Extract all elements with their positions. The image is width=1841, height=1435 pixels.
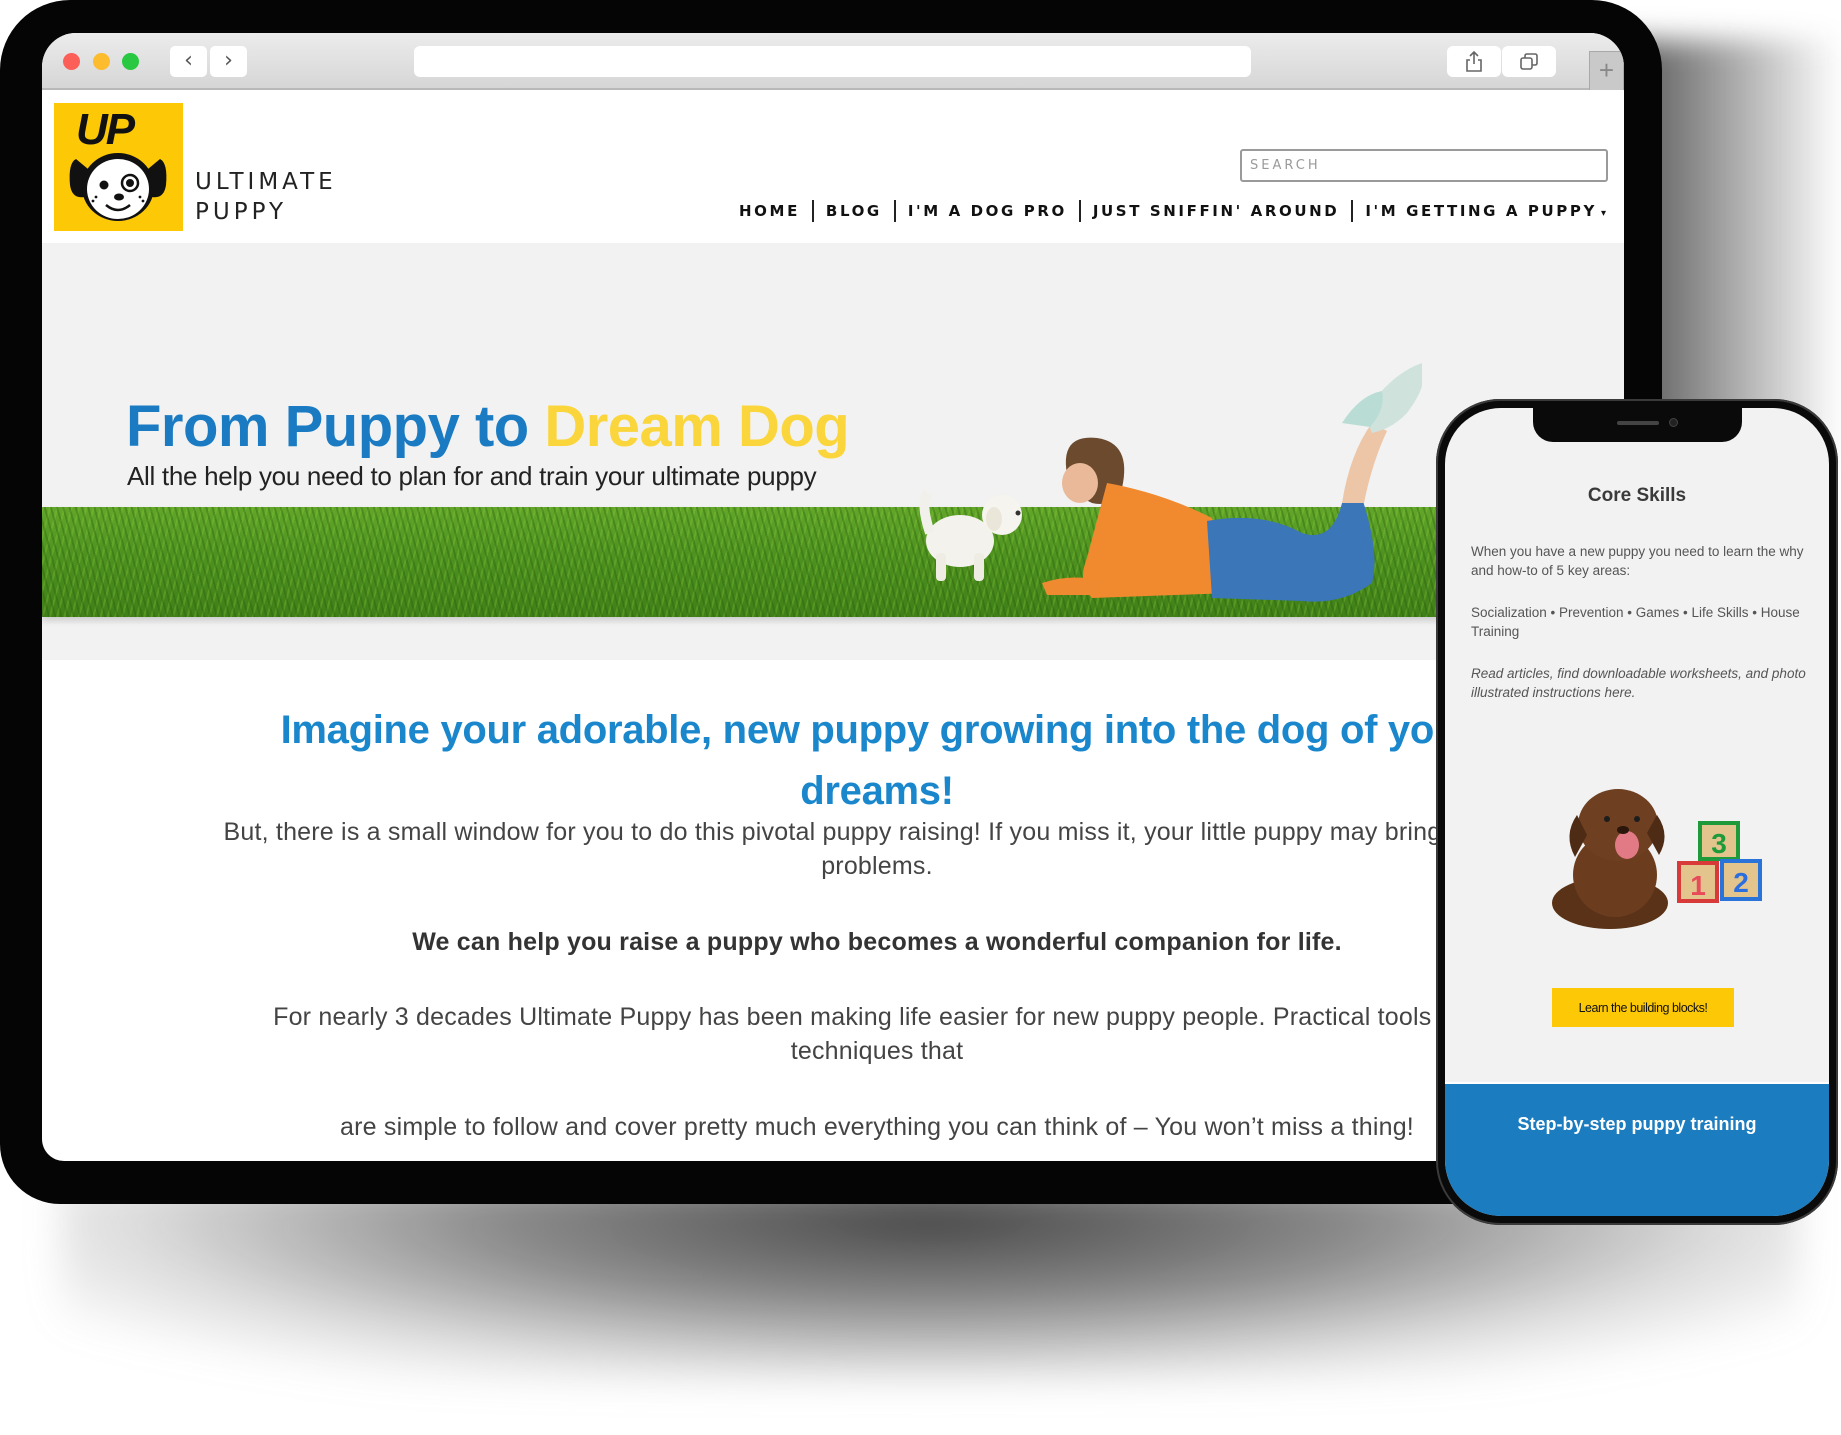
forward-button[interactable]: › [210, 46, 247, 77]
brown-puppy-icon [1552, 789, 1668, 929]
white-puppy-icon [919, 489, 1022, 581]
block-2-label: 2 [1733, 867, 1749, 898]
intro-paragraph-3: For nearly 3 decades Ultimate Puppy has … [273, 1003, 1481, 1065]
intro-paragraph-2: We can help you raise a puppy who become… [412, 928, 1342, 956]
site-header: UP ULTIMATE PUPPY SEARCH HOME BLOG I'M A… [42, 92, 1624, 243]
nav-just-sniffin[interactable]: JUST SNIFFIN' AROUND [1081, 202, 1352, 220]
speaker-icon [1617, 421, 1659, 425]
share-button[interactable] [1447, 46, 1501, 77]
block-3-label: 3 [1711, 828, 1727, 859]
share-icon [1466, 50, 1482, 72]
learn-building-blocks-button[interactable]: Learn the building blocks! [1552, 988, 1734, 1027]
browser-toolbar: ‹ › + [42, 33, 1624, 90]
core-skills-intro: When you have a new puppy you need to le… [1471, 544, 1804, 578]
intro-paragraph-4: are simple to follow and cover pretty mu… [340, 1113, 1414, 1141]
intro-headline: Imagine your adorable, new puppy growing… [280, 708, 1474, 813]
new-tab-button[interactable]: + [1589, 51, 1624, 90]
search-input[interactable] [1240, 149, 1608, 182]
site-logo[interactable]: UP [54, 103, 183, 231]
puppy-face-icon [69, 153, 167, 221]
chevron-down-icon: ▾ [1600, 208, 1606, 219]
nav-blog[interactable]: BLOG [814, 202, 894, 220]
phone-device: Core Skills When you have a new puppy yo… [1436, 399, 1838, 1225]
nav-getting-puppy[interactable]: I'M GETTING A PUPPY ▾ [1353, 202, 1606, 220]
nav-dog-pro[interactable]: I'M A DOG PRO [896, 202, 1079, 220]
site-name-line-1: ULTIMATE [195, 169, 337, 195]
woman-and-puppy-illustration [919, 363, 1422, 602]
hero-title-part-1: From Puppy to [126, 394, 545, 459]
abc-blocks-icon: 3 1 2 [1677, 821, 1762, 903]
show-tabs-button[interactable] [1502, 46, 1556, 77]
tablet-device: ‹ › + UP ULTIMATE PUPPY SEARCH HOME BLOG… [0, 0, 1662, 1204]
tabs-icon [1520, 52, 1538, 70]
core-skills-title: Core Skills [1587, 485, 1687, 506]
hero-banner: From Puppy to Dream Dog All the help you… [42, 243, 1624, 660]
hero-title: From Puppy to Dream Dog [126, 393, 850, 460]
camera-icon [1669, 418, 1678, 427]
block-1-label: 1 [1690, 870, 1706, 901]
back-button[interactable]: ‹ [170, 46, 207, 77]
core-skills-list: Socialization • Prevention • Games • Lif… [1471, 605, 1800, 639]
main-nav: HOME BLOG I'M A DOG PRO JUST SNIFFIN' AR… [727, 200, 1606, 222]
tablet-screen: ‹ › + UP ULTIMATE PUPPY SEARCH HOME BLOG… [42, 33, 1624, 1161]
puppy-with-blocks-illustration: 3 1 2 [1552, 789, 1762, 929]
site-name-line-2: PUPPY [195, 199, 287, 225]
nav-home[interactable]: HOME [727, 202, 812, 220]
core-skills-note: Read articles, find downloadable workshe… [1471, 666, 1806, 700]
address-bar[interactable] [414, 46, 1251, 77]
phone-footer-banner: Step-by-step puppy training [1445, 1082, 1829, 1216]
nav-getting-puppy-label: I'M GETTING A PUPPY [1365, 202, 1597, 220]
minimize-window-button[interactable] [93, 53, 110, 70]
step-by-step-training-link[interactable]: Step-by-step puppy training [1445, 1114, 1829, 1135]
phone-notch [1533, 408, 1742, 442]
site-name: ULTIMATE PUPPY [195, 167, 337, 227]
intro-paragraph-1: But, there is a small window for you to … [223, 818, 1531, 880]
intro-section: Imagine your adorable, new puppy growing… [42, 660, 1624, 1161]
hero-subtitle: All the help you need to plan for and tr… [127, 461, 817, 491]
close-window-button[interactable] [63, 53, 80, 70]
hero-title-part-2: Dream Dog [544, 394, 850, 459]
phone-screen: Core Skills When you have a new puppy yo… [1445, 408, 1829, 1216]
woman-icon [1042, 363, 1422, 602]
maximize-window-button[interactable] [122, 53, 139, 70]
